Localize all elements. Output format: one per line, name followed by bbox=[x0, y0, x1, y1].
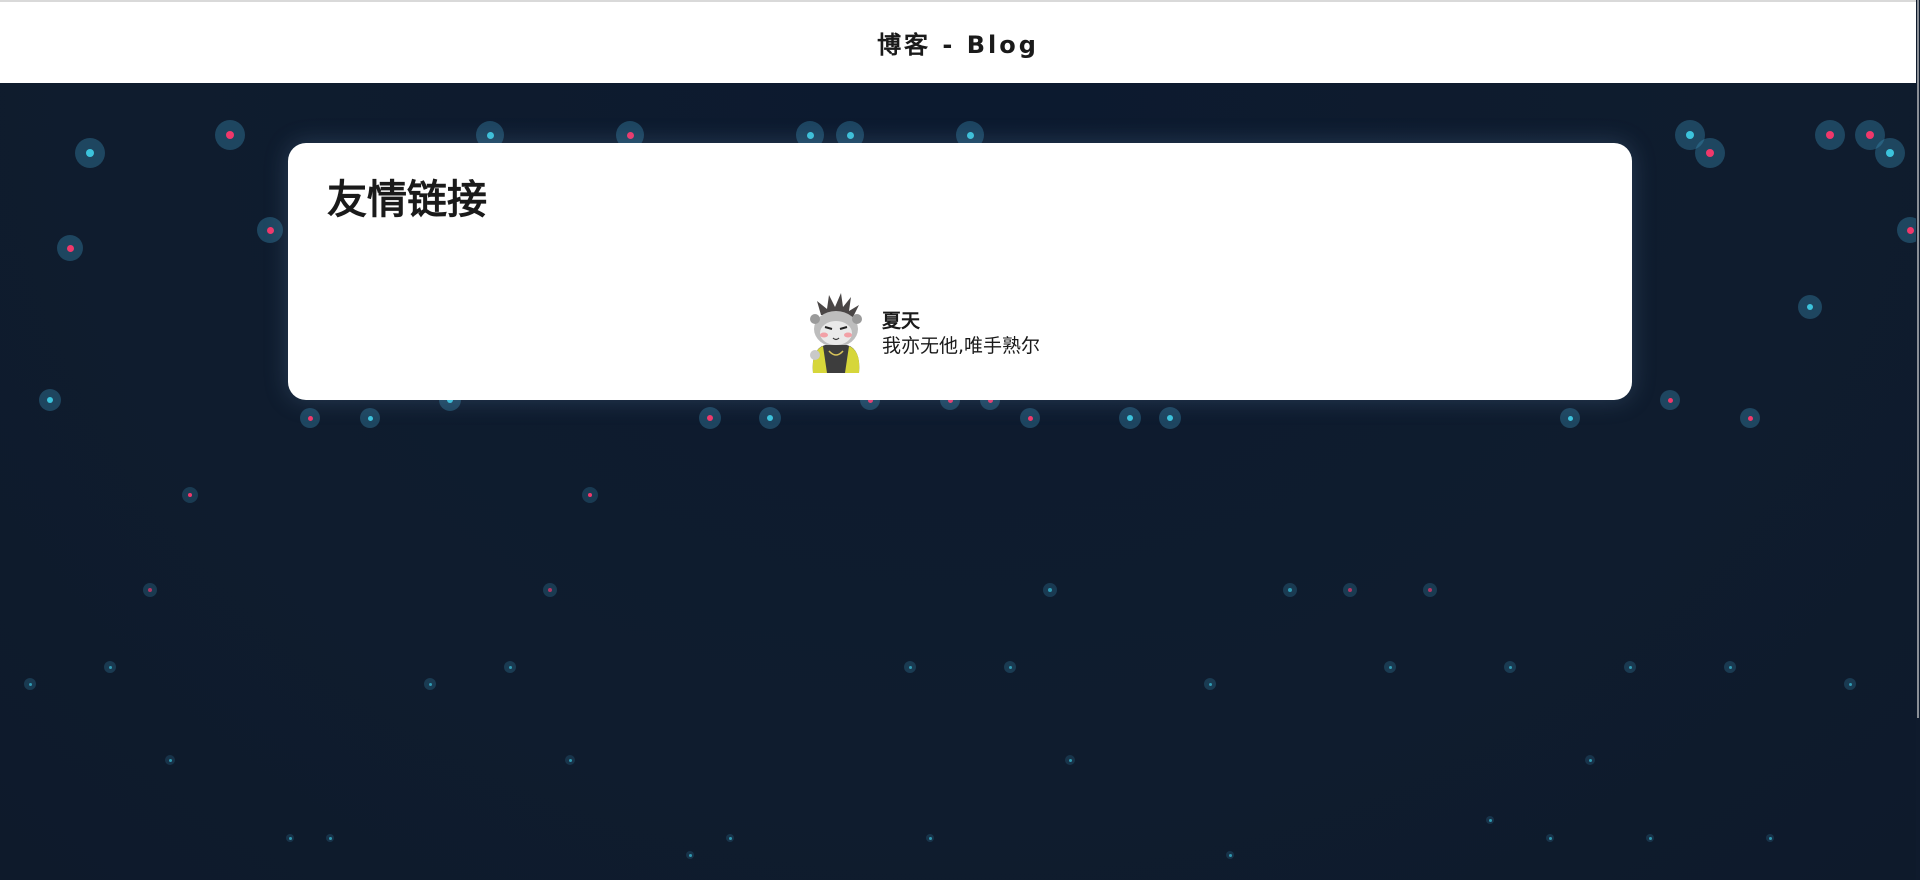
star-dot bbox=[215, 120, 245, 150]
star-dot bbox=[904, 661, 916, 673]
star-dot bbox=[699, 407, 721, 429]
star-dot bbox=[582, 487, 598, 503]
star-dot bbox=[1384, 661, 1396, 673]
star-dot bbox=[543, 583, 557, 597]
site-header: 博客 - Blog bbox=[0, 0, 1916, 83]
star-dot bbox=[1766, 834, 1774, 842]
star-dot bbox=[300, 408, 320, 428]
star-dot bbox=[1159, 407, 1181, 429]
star-dot bbox=[326, 834, 334, 842]
star-dot bbox=[360, 408, 380, 428]
star-dot bbox=[1204, 678, 1216, 690]
star-dot bbox=[686, 851, 694, 859]
site-title[interactable]: 博客 - Blog bbox=[877, 25, 1039, 60]
friend-name[interactable]: 夏天 bbox=[882, 309, 1040, 333]
star-dot bbox=[1043, 583, 1057, 597]
star-dot bbox=[1844, 678, 1856, 690]
page-scrollbar[interactable] bbox=[1916, 0, 1920, 880]
star-dot bbox=[257, 217, 283, 243]
star-dot bbox=[1740, 408, 1760, 428]
star-dot bbox=[1004, 661, 1016, 673]
star-dot bbox=[1546, 834, 1554, 842]
star-dot bbox=[424, 678, 436, 690]
star-dot bbox=[1065, 755, 1075, 765]
star-dot bbox=[1423, 583, 1437, 597]
star-dot bbox=[1624, 661, 1636, 673]
star-dot bbox=[143, 583, 157, 597]
star-dot bbox=[504, 661, 516, 673]
hamster-avatar-icon[interactable] bbox=[803, 293, 869, 375]
star-dot bbox=[286, 834, 294, 842]
friend-link-item[interactable]: 夏天 我亦无他,唯手熟尔 bbox=[803, 293, 1040, 375]
star-dot bbox=[1897, 217, 1916, 243]
star-dot bbox=[1283, 583, 1297, 597]
star-dot bbox=[24, 678, 36, 690]
star-dot bbox=[1343, 583, 1357, 597]
star-dot bbox=[1660, 390, 1680, 410]
star-dot bbox=[565, 755, 575, 765]
star-dot bbox=[1798, 295, 1822, 319]
star-dot bbox=[1486, 816, 1494, 824]
star-dot bbox=[1119, 407, 1141, 429]
friend-links-card: 友情链接 夏天 我亦无他,唯手熟尔 bbox=[288, 143, 1632, 400]
star-dot bbox=[1646, 834, 1654, 842]
star-dot bbox=[75, 138, 105, 168]
star-dot bbox=[1504, 661, 1516, 673]
star-dot bbox=[39, 389, 61, 411]
star-dot bbox=[1875, 138, 1905, 168]
star-dot bbox=[1815, 120, 1845, 150]
star-dot bbox=[1226, 851, 1234, 859]
friend-description: 我亦无他,唯手熟尔 bbox=[882, 335, 1041, 357]
star-dot bbox=[1585, 755, 1595, 765]
star-dot bbox=[759, 407, 781, 429]
star-dot bbox=[1695, 138, 1725, 168]
star-dot bbox=[926, 834, 934, 842]
star-dot bbox=[726, 834, 734, 842]
page-title: 友情链接 bbox=[327, 177, 487, 223]
scrollbar-thumb[interactable] bbox=[1917, 0, 1919, 718]
friend-text: 夏天 我亦无他,唯手熟尔 bbox=[882, 309, 1040, 359]
star-dot bbox=[182, 487, 198, 503]
star-dot bbox=[1724, 661, 1736, 673]
star-dot bbox=[165, 755, 175, 765]
star-dot bbox=[57, 235, 83, 261]
star-dot bbox=[104, 661, 116, 673]
star-dot bbox=[1560, 408, 1580, 428]
star-dot bbox=[1020, 408, 1040, 428]
